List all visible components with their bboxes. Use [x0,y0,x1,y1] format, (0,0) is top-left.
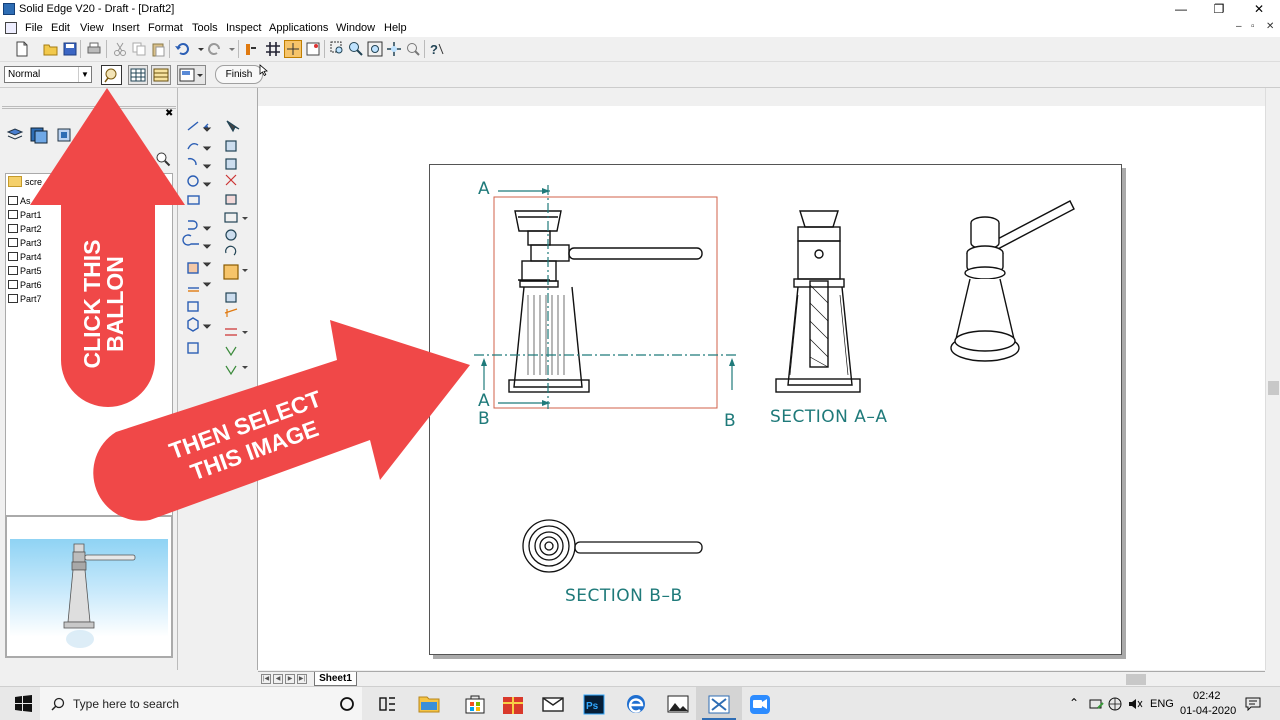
input-language[interactable]: ENG [1150,698,1174,710]
taskbar-search-placeholder: Type here to search [73,697,180,711]
mail-icon[interactable] [530,687,576,720]
taskbar-search-box[interactable]: Type here to search [40,687,362,720]
up-arrow-line2: BALLON [102,256,128,352]
volume-muted-icon[interactable] [1127,697,1143,711]
edge-browser-icon[interactable] [613,687,659,720]
show-hidden-icons[interactable]: ⌃ [1069,696,1079,710]
network-icon[interactable] [1089,697,1105,711]
task-view-icon[interactable] [364,687,410,720]
solid-edge-window: Solid Edge V20 - Draft - [Draft2] — ❐ ✕ … [0,0,1280,720]
up-arrow-label: CLICK THIS BALLON [79,239,129,369]
up-arrow-line1: CLICK THIS [79,239,105,369]
clock-time[interactable]: 02:42 [1193,690,1221,702]
solid-edge-taskbar-icon[interactable] [696,687,742,720]
action-center-icon[interactable] [1245,697,1261,711]
photoshop-icon[interactable]: Ps [571,687,617,720]
tutorial-overlay [30,88,471,521]
clock-date[interactable]: 01-04-2020 [1180,705,1236,717]
photos-icon[interactable] [655,687,701,720]
windows-taskbar: Type here to search Ps ⌃ ENG 02:42 01-04… [0,686,1280,720]
svg-text:Ps: Ps [586,701,599,712]
search-icon [51,697,65,711]
wifi-globe-icon[interactable] [1108,697,1122,711]
file-explorer-icon[interactable] [406,687,452,720]
zoom-meeting-icon[interactable] [737,687,783,720]
